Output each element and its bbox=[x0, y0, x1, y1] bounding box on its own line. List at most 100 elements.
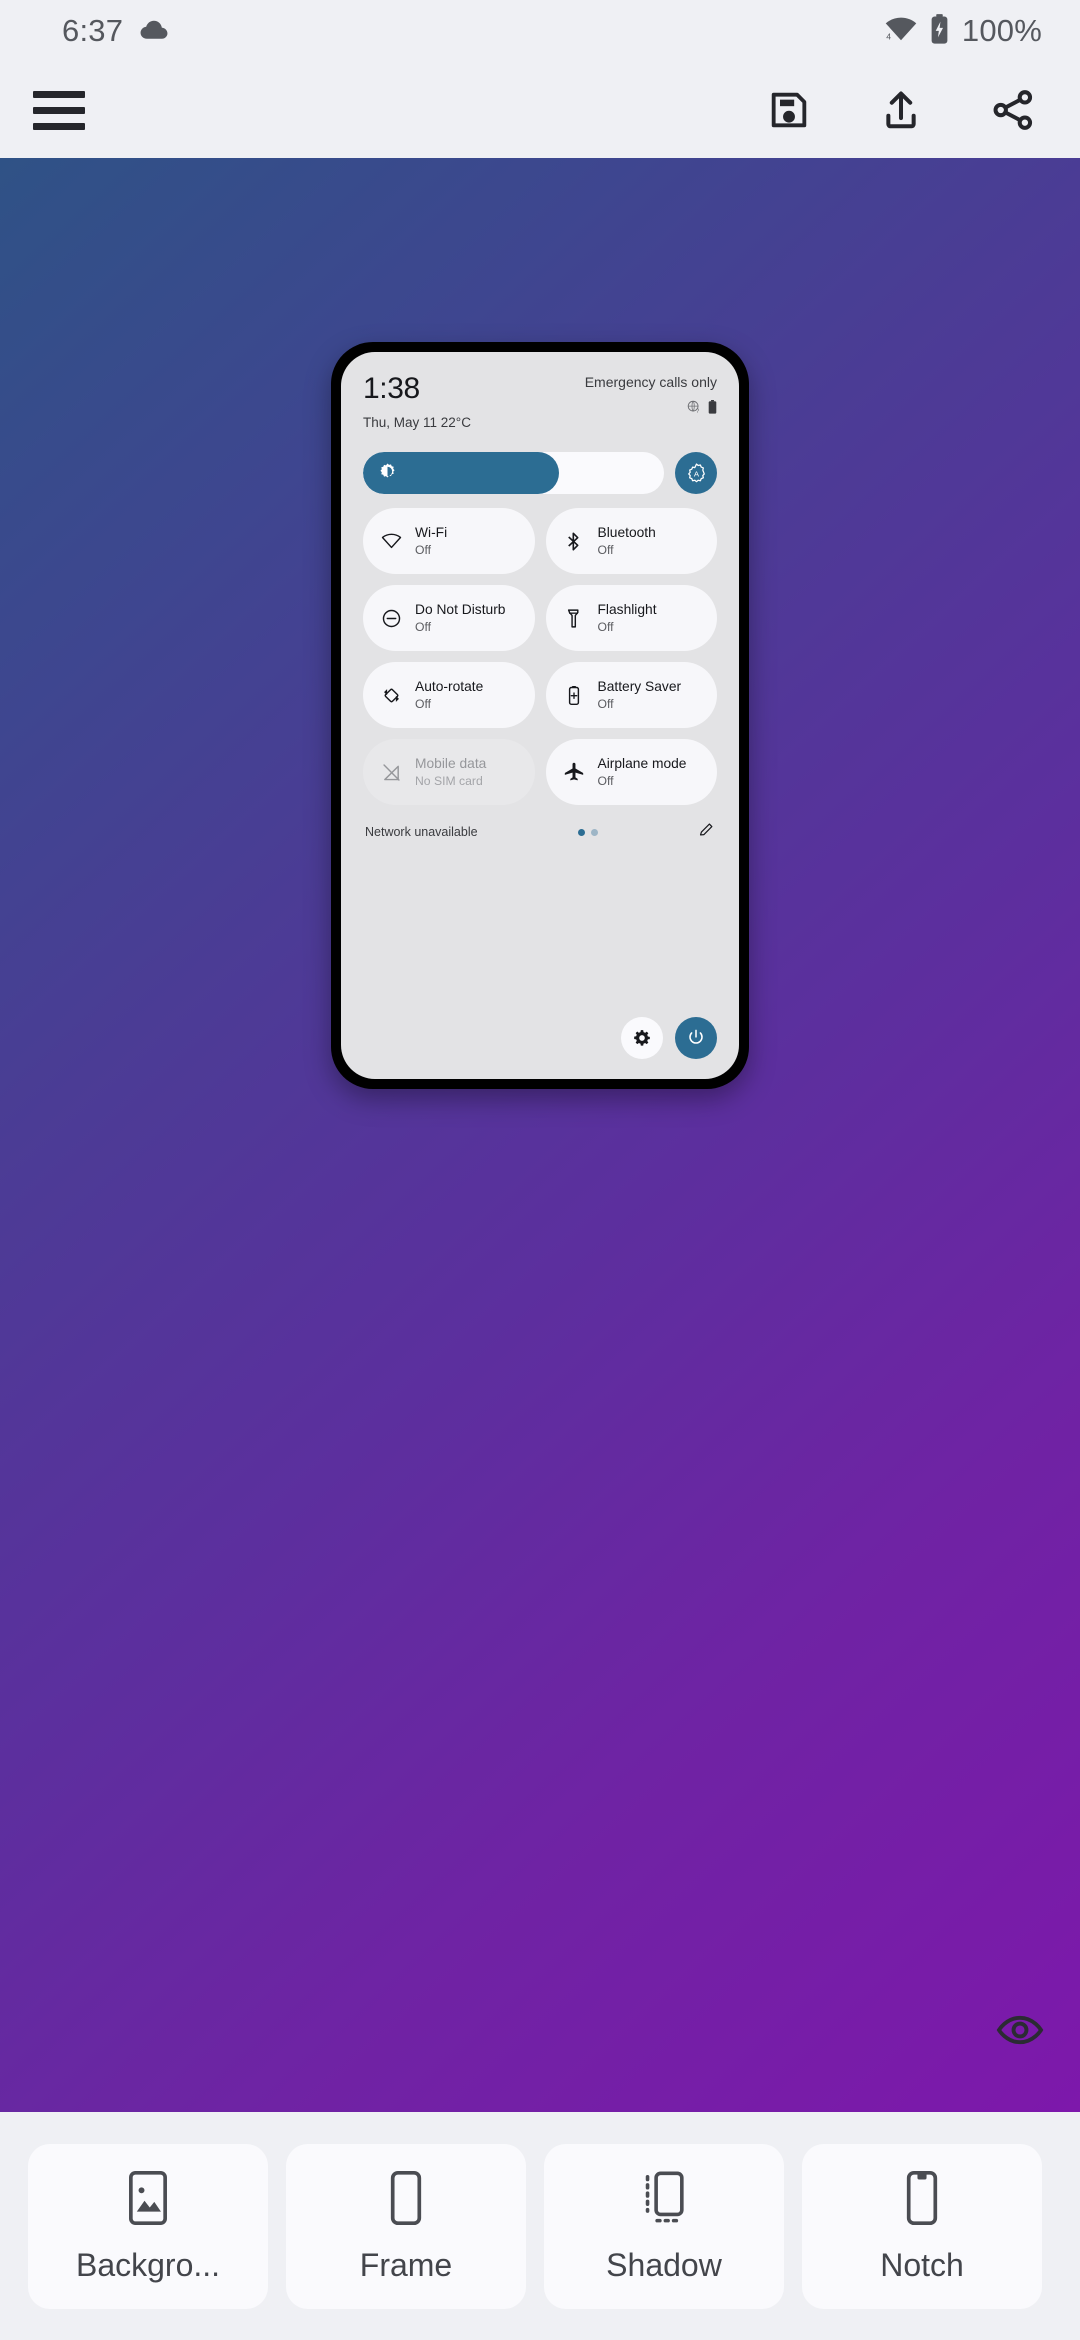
auto-brightness-icon[interactable]: A bbox=[675, 452, 717, 494]
tile-label: Bluetooth bbox=[597, 525, 656, 541]
tile-label: Auto-rotate bbox=[415, 679, 484, 695]
mobile-data-off-icon bbox=[380, 762, 402, 783]
tile-sublabel: Off bbox=[415, 696, 432, 711]
tile-sublabel: Off bbox=[597, 542, 614, 557]
tile-label: Battery Saver bbox=[597, 679, 682, 695]
status-bar-left: 6:37 bbox=[62, 13, 169, 49]
tile-text: Battery Saver Off bbox=[598, 679, 682, 711]
notch-icon bbox=[904, 2169, 940, 2227]
share-icon[interactable] bbox=[980, 77, 1046, 143]
svg-text:4: 4 bbox=[886, 31, 891, 41]
status-bar-right: 4 100% bbox=[885, 13, 1042, 49]
page-dot[interactable] bbox=[590, 828, 598, 836]
hamburger-menu-icon[interactable] bbox=[26, 77, 92, 143]
brightness-fill bbox=[363, 452, 559, 494]
image-background-icon bbox=[125, 2169, 171, 2227]
tile-sublabel: Off bbox=[415, 542, 432, 557]
svg-text:?: ? bbox=[696, 408, 700, 414]
tile-flashlight[interactable]: Flashlight Off bbox=[545, 585, 717, 651]
tab-label: Frame bbox=[359, 2246, 453, 2283]
tab-background[interactable]: Backgro... bbox=[28, 2143, 268, 2309]
airplane-icon bbox=[563, 762, 585, 783]
tab-notch[interactable]: Notch bbox=[802, 2143, 1042, 2309]
system-status-bar: 6:37 4 100% bbox=[0, 0, 1080, 62]
tile-mobile-data[interactable]: Mobile data No SIM card bbox=[363, 739, 535, 805]
status-bar-clock: 6:37 bbox=[62, 13, 124, 48]
tile-sublabel: Off bbox=[415, 619, 432, 634]
quick-settings-header: 1:38 Thu, May 11 22°C Emergency calls on… bbox=[341, 352, 739, 431]
tile-text: Mobile data No SIM card bbox=[415, 756, 486, 788]
tile-sublabel: Off bbox=[597, 619, 614, 634]
cloud-icon bbox=[139, 18, 169, 45]
tile-label: Airplane mode bbox=[597, 756, 687, 772]
mockup-canvas[interactable]: 1:38 Thu, May 11 22°C Emergency calls on… bbox=[0, 158, 1080, 2112]
app-root: 6:37 4 100% 1:38 Thu, May 11 22°C Emerge… bbox=[0, 0, 1080, 2340]
tile-sublabel: No SIM card bbox=[415, 773, 483, 788]
mockup-clock: 1:38 bbox=[363, 372, 420, 405]
clock-block: 1:38 Thu, May 11 22°C bbox=[363, 372, 471, 431]
wifi-icon: 4 bbox=[885, 16, 917, 47]
do-not-disturb-icon bbox=[380, 608, 402, 629]
tile-label: Wi-Fi bbox=[415, 525, 448, 541]
wifi-off-icon bbox=[380, 531, 402, 552]
network-status-label: Network unavailable bbox=[365, 825, 478, 839]
battery-icon bbox=[708, 400, 717, 419]
quick-settings-bottom-actions bbox=[621, 1017, 717, 1059]
eye-icon[interactable] bbox=[988, 1998, 1052, 2062]
page-indicator-dots bbox=[577, 828, 598, 836]
tile-label: Do Not Disturb bbox=[415, 602, 506, 618]
battery-saver-icon bbox=[563, 685, 585, 706]
phone-mockup-frame[interactable]: 1:38 Thu, May 11 22°C Emergency calls on… bbox=[331, 342, 749, 1089]
save-floppy-icon[interactable] bbox=[756, 77, 822, 143]
tile-text: Wi-Fi Off bbox=[415, 525, 447, 557]
tile-wifi[interactable]: Wi-Fi Off bbox=[363, 508, 535, 574]
tile-airplane-mode[interactable]: Airplane mode Off bbox=[545, 739, 717, 805]
tile-text: Airplane mode Off bbox=[598, 756, 687, 788]
tab-label: Shadow bbox=[606, 2246, 722, 2283]
mockup-date-weather: Thu, May 11 22°C bbox=[363, 415, 471, 430]
tile-auto-rotate[interactable]: Auto-rotate Off bbox=[363, 662, 535, 728]
globe-question-icon: ? bbox=[687, 400, 701, 419]
carrier-block: Emergency calls only ? bbox=[585, 374, 717, 430]
gear-icon[interactable] bbox=[621, 1017, 663, 1059]
tile-text: Bluetooth Off bbox=[598, 525, 656, 557]
tile-text: Do Not Disturb Off bbox=[415, 602, 505, 634]
battery-percent-label: 100% bbox=[961, 13, 1042, 48]
tile-text: Auto-rotate Off bbox=[415, 679, 483, 711]
tile-label: Flashlight bbox=[597, 602, 657, 618]
toolbar-actions bbox=[756, 77, 1046, 143]
page-dot[interactable] bbox=[577, 828, 585, 836]
brightness-icon bbox=[379, 462, 396, 484]
mockup-status-icons: ? bbox=[585, 400, 717, 419]
hamburger-line bbox=[33, 122, 85, 130]
svg-text:A: A bbox=[693, 469, 699, 478]
battery-charging-icon bbox=[930, 13, 949, 49]
bluetooth-icon bbox=[563, 531, 585, 552]
quick-settings-tiles: Wi-Fi Off Bluetooth Off Do Not Disturb O… bbox=[341, 494, 739, 805]
brightness-slider[interactable] bbox=[363, 452, 664, 494]
tile-sublabel: Off bbox=[597, 696, 614, 711]
tile-label: Mobile data bbox=[415, 756, 487, 772]
tile-text: Flashlight Off bbox=[598, 602, 657, 634]
pencil-edit-icon[interactable] bbox=[698, 821, 715, 843]
tile-sublabel: Off bbox=[597, 773, 614, 788]
tile-bluetooth[interactable]: Bluetooth Off bbox=[545, 508, 717, 574]
bottom-tab-bar: Backgro... Frame Shadow Notch bbox=[0, 2112, 1080, 2340]
tab-shadow[interactable]: Shadow bbox=[544, 2143, 784, 2309]
app-toolbar bbox=[0, 62, 1080, 158]
flashlight-icon bbox=[563, 608, 585, 629]
power-icon[interactable] bbox=[675, 1017, 717, 1059]
export-upload-icon[interactable] bbox=[868, 77, 934, 143]
tab-label: Backgro... bbox=[75, 2246, 221, 2283]
phone-screen: 1:38 Thu, May 11 22°C Emergency calls on… bbox=[341, 352, 739, 1079]
hamburger-line bbox=[33, 90, 85, 98]
hamburger-line bbox=[33, 106, 85, 114]
tile-do-not-disturb[interactable]: Do Not Disturb Off bbox=[363, 585, 535, 651]
tab-frame[interactable]: Frame bbox=[286, 2143, 526, 2309]
brightness-row: A bbox=[341, 430, 739, 494]
phone-frame-icon bbox=[388, 2169, 424, 2227]
tile-battery-saver[interactable]: Battery Saver Off bbox=[545, 662, 717, 728]
tab-label: Notch bbox=[880, 2246, 964, 2283]
shadow-icon bbox=[640, 2169, 688, 2227]
quick-settings-footer: Network unavailable bbox=[341, 805, 739, 843]
